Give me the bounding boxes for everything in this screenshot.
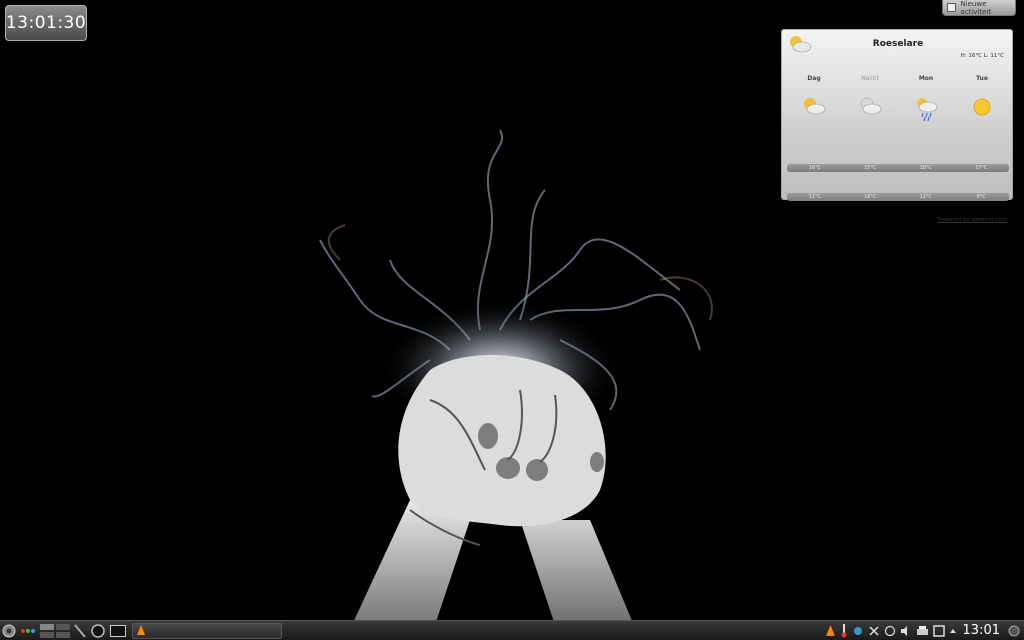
pager-icon[interactable] [40,623,70,638]
taskbar-task[interactable] [132,622,282,639]
weather-high-temps: 16°C 15°C 18°C 17°C [787,164,1009,172]
taskbar-panel: 13:01 [0,620,1024,640]
weather-days-row: Dag Nacht Mon Tue [786,75,1010,82]
camera-icon[interactable] [90,623,106,638]
weather-day-label: Dag [807,75,821,82]
cloudy-moon-icon [860,97,882,115]
printer-icon[interactable] [916,625,929,637]
weather-day-label: Mon [918,75,934,82]
expand-arrow-icon[interactable] [949,627,957,635]
powered-by-link[interactable]: Powered by weather.com [938,217,1007,223]
terminal-icon[interactable] [110,624,126,638]
weather-high-temp: 17°C [975,165,988,171]
notifications-icon[interactable] [932,624,945,637]
clock-widget[interactable]: 13:01:30 [5,5,87,41]
weather-low-temps: 11°C 16°C 11°C 8°C [787,193,1009,201]
weather-high-low: H: 16°C L: 11°C [960,53,1004,59]
kde-menu-icon[interactable] [2,624,16,638]
vlc-icon [137,625,145,635]
weather-day-label: Nacht [861,75,879,82]
clock-widget-time: 13:01:30 [5,13,87,33]
widget-tool-icon[interactable] [74,623,86,638]
weather-low-temp: 8°C [976,194,986,200]
panel-clock[interactable]: 13:01 [963,623,1000,638]
network-icon[interactable] [852,625,864,637]
vlc-icon[interactable] [825,624,836,637]
weather-widget[interactable]: Roeselare H: 16°C L: 11°C Dag Nacht Mon … [781,29,1013,223]
cashew-icon[interactable] [1008,625,1020,637]
sync-icon[interactable] [884,625,896,637]
thermometer-icon[interactable] [840,623,848,638]
system-tray: 13:01 [825,623,1020,638]
new-activity-button[interactable]: Nieuwe activiteit [942,0,1016,16]
partly-cloudy-icon [804,98,826,115]
weather-city: Roeselare [872,39,924,49]
weather-low-temp: 16°C [864,194,877,200]
weather-high-temp: 16°C [808,165,821,171]
sun-icon [973,98,991,116]
scissors-icon[interactable] [868,625,880,637]
weather-icons-row [786,96,1010,122]
activity-dots-icon[interactable] [20,624,36,638]
weather-high-temp: 15°C [864,165,877,171]
rain-sun-icon [917,98,938,122]
volume-icon[interactable] [900,625,912,637]
weather-low-temp: 11°C [808,194,821,200]
weather-low-temp: 11°C [919,194,932,200]
weather-high-temp: 18°C [919,165,932,171]
activity-icon [947,3,957,12]
weather-day-label: Tue [976,75,988,82]
new-activity-label: Nieuwe activiteit [960,0,992,16]
